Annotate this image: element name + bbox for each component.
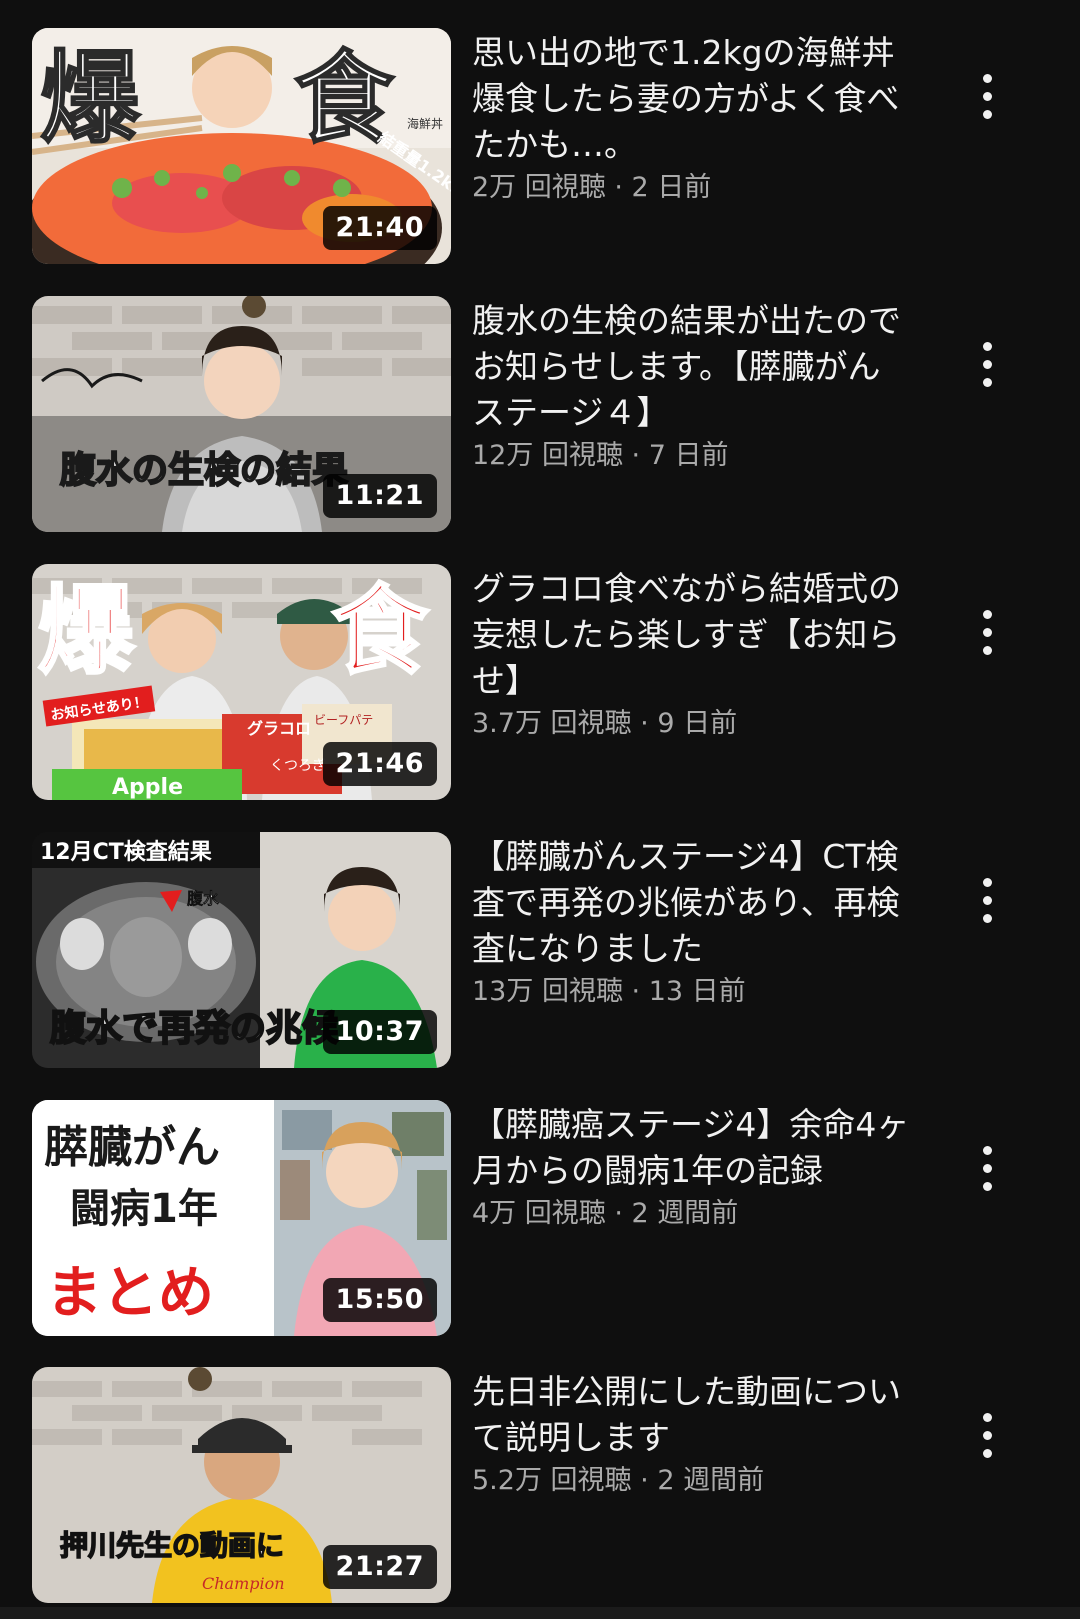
view-count: 12万 回視聴: [472, 440, 623, 471]
thumbnail-caption: 爆: [38, 575, 135, 687]
more-vert-icon[interactable]: [968, 604, 1008, 664]
more-vert-icon[interactable]: [968, 336, 1008, 396]
video-stats: 3.7万 回視聴 · 9 日前: [472, 704, 912, 744]
video-title[interactable]: 【膵臓がんステージ4】CT検査で再発の兆候があり、再検査になりました: [472, 834, 912, 972]
video-meta: グラコロ食べながら結婚式の妄想したら楽しすぎ【お知らせ】 3.7万 回視聴 · …: [472, 566, 912, 744]
video-thumbnail[interactable]: 腹水 12月CT検査結果 腹水で再発の兆候 10:37: [32, 832, 451, 1068]
video-meta: 思い出の地で1.2kgの海鮮丼爆食したら妻の方がよく食べたかも…。 2万 回視聴…: [472, 30, 912, 208]
video-title[interactable]: グラコロ食べながら結婚式の妄想したら楽しすぎ【お知らせ】: [472, 566, 912, 704]
video-item[interactable]: 腹水 12月CT検査結果 腹水で再発の兆候 10:37 【膵臓がんステージ4】C…: [0, 832, 1080, 1068]
video-thumbnail[interactable]: 爆 食 お知らせあり！ Apple グラコロ ビーフパテ くつろぎ 21:46: [32, 564, 451, 800]
more-vert-icon[interactable]: [968, 872, 1008, 932]
view-count: 5.2万 回視聴: [472, 1465, 632, 1496]
duration-badge: 15:50: [322, 1278, 437, 1322]
upload-age: 2 週間前: [631, 1198, 739, 1229]
upload-age: 13 日前: [648, 976, 746, 1007]
video-stats: 2万 回視聴 · 2 日前: [472, 168, 912, 208]
video-title[interactable]: 腹水の生検の結果が出たのでお知らせします。【膵臓がんステージ４】: [472, 298, 912, 436]
thumbnail-caption: グラコロ: [247, 719, 311, 738]
video-thumbnail[interactable]: 腹水の生検の結果 11:21: [32, 296, 451, 532]
video-feed: 爆 食 結重量1.2k..! 海鮮丼 21:40 思い出の地で1.2kgの海鮮丼…: [0, 0, 1080, 1619]
view-count: 4万 回視聴: [472, 1198, 606, 1229]
duration-badge: 21:40: [322, 206, 437, 250]
video-item[interactable]: 爆 食 お知らせあり！ Apple グラコロ ビーフパテ くつろぎ 21:46 …: [0, 564, 1080, 800]
video-item[interactable]: 爆 食 結重量1.2k..! 海鮮丼 21:40 思い出の地で1.2kgの海鮮丼…: [0, 28, 1080, 264]
thumbnail-caption: 押川先生の動画に: [60, 1529, 284, 1562]
more-vert-icon[interactable]: [968, 68, 1008, 128]
thumbnail-caption: Apple: [112, 775, 183, 800]
video-thumbnail[interactable]: 押川先生の動画に Champion 21:27: [32, 1367, 451, 1603]
separator: ·: [614, 172, 623, 203]
video-meta: 【膵臓がんステージ4】CT検査で再発の兆候があり、再検査になりました 13万 回…: [472, 834, 912, 1012]
thumbnail-caption: くつろぎ: [270, 758, 326, 774]
duration-badge: 21:27: [322, 1545, 437, 1589]
more-vert-icon[interactable]: [968, 1407, 1008, 1467]
thumbnail-caption: Champion: [202, 1574, 285, 1593]
more-vert-icon[interactable]: [968, 1140, 1008, 1200]
video-item[interactable]: 膵臓がん 闘病1年 まとめ 15:50 【膵臓癌ステージ4】余命4ヶ月からの闘病…: [0, 1100, 1080, 1336]
separator: ·: [631, 976, 641, 1007]
thumbnail-caption: 食: [332, 575, 429, 687]
video-stats: 13万 回視聴 · 13 日前: [472, 972, 912, 1012]
video-stats: 5.2万 回視聴 · 2 週間前: [472, 1461, 912, 1501]
view-count: 13万 回視聴: [472, 976, 623, 1007]
video-stats: 12万 回視聴 · 7 日前: [472, 436, 912, 476]
separator: ·: [640, 708, 649, 739]
video-meta: 【膵臓癌ステージ4】余命4ヶ月からの闘病1年の記録 4万 回視聴 · 2 週間前: [472, 1102, 912, 1234]
view-count: 3.7万 回視聴: [472, 708, 632, 739]
thumbnail-caption: 12月CT検査結果: [40, 839, 212, 865]
upload-age: 7 日前: [648, 440, 729, 471]
separator: ·: [640, 1465, 649, 1496]
duration-badge: 21:46: [322, 742, 437, 786]
thumbnail-caption: 腹水: [187, 889, 220, 908]
upload-age: 2 日前: [631, 172, 712, 203]
video-title[interactable]: 思い出の地で1.2kgの海鮮丼爆食したら妻の方がよく食べたかも…。: [472, 30, 912, 168]
video-title[interactable]: 【膵臓癌ステージ4】余命4ヶ月からの闘病1年の記録: [472, 1102, 912, 1194]
thumbnail-caption: 爆: [40, 40, 141, 157]
duration-badge: 10:37: [322, 1010, 437, 1054]
video-item[interactable]: 押川先生の動画に Champion 21:27 先日非公開にした動画について説明…: [0, 1367, 1080, 1603]
thumbnail-caption: 膵臓がん: [44, 1122, 220, 1173]
video-title[interactable]: 先日非公開にした動画について説明します: [472, 1369, 912, 1461]
video-item[interactable]: 腹水の生検の結果 11:21 腹水の生検の結果が出たのでお知らせします。【膵臓が…: [0, 296, 1080, 532]
video-meta: 腹水の生検の結果が出たのでお知らせします。【膵臓がんステージ４】 12万 回視聴…: [472, 298, 912, 476]
view-count: 2万 回視聴: [472, 172, 606, 203]
duration-badge: 11:21: [322, 474, 437, 518]
thumbnail-caption: 海鮮丼: [407, 116, 443, 131]
video-thumbnail[interactable]: 爆 食 結重量1.2k..! 海鮮丼 21:40: [32, 28, 451, 264]
upload-age: 2 週間前: [657, 1465, 765, 1496]
video-stats: 4万 回視聴 · 2 週間前: [472, 1194, 912, 1234]
separator: ·: [631, 440, 641, 471]
video-meta: 先日非公開にした動画について説明します 5.2万 回視聴 · 2 週間前: [472, 1369, 912, 1501]
thumbnail-caption: 闘病1年: [70, 1186, 218, 1232]
upload-age: 9 日前: [657, 708, 738, 739]
thumbnail-caption: 腹水で再発の兆候: [50, 1008, 338, 1049]
thumbnail-caption: ビーフパテ: [314, 713, 373, 727]
bottom-bar: [0, 1607, 1080, 1619]
video-thumbnail[interactable]: 膵臓がん 闘病1年 まとめ 15:50: [32, 1100, 451, 1336]
separator: ·: [614, 1198, 623, 1229]
thumbnail-caption: まとめ: [46, 1261, 214, 1326]
thumbnail-caption: 腹水の生検の結果: [60, 450, 348, 491]
